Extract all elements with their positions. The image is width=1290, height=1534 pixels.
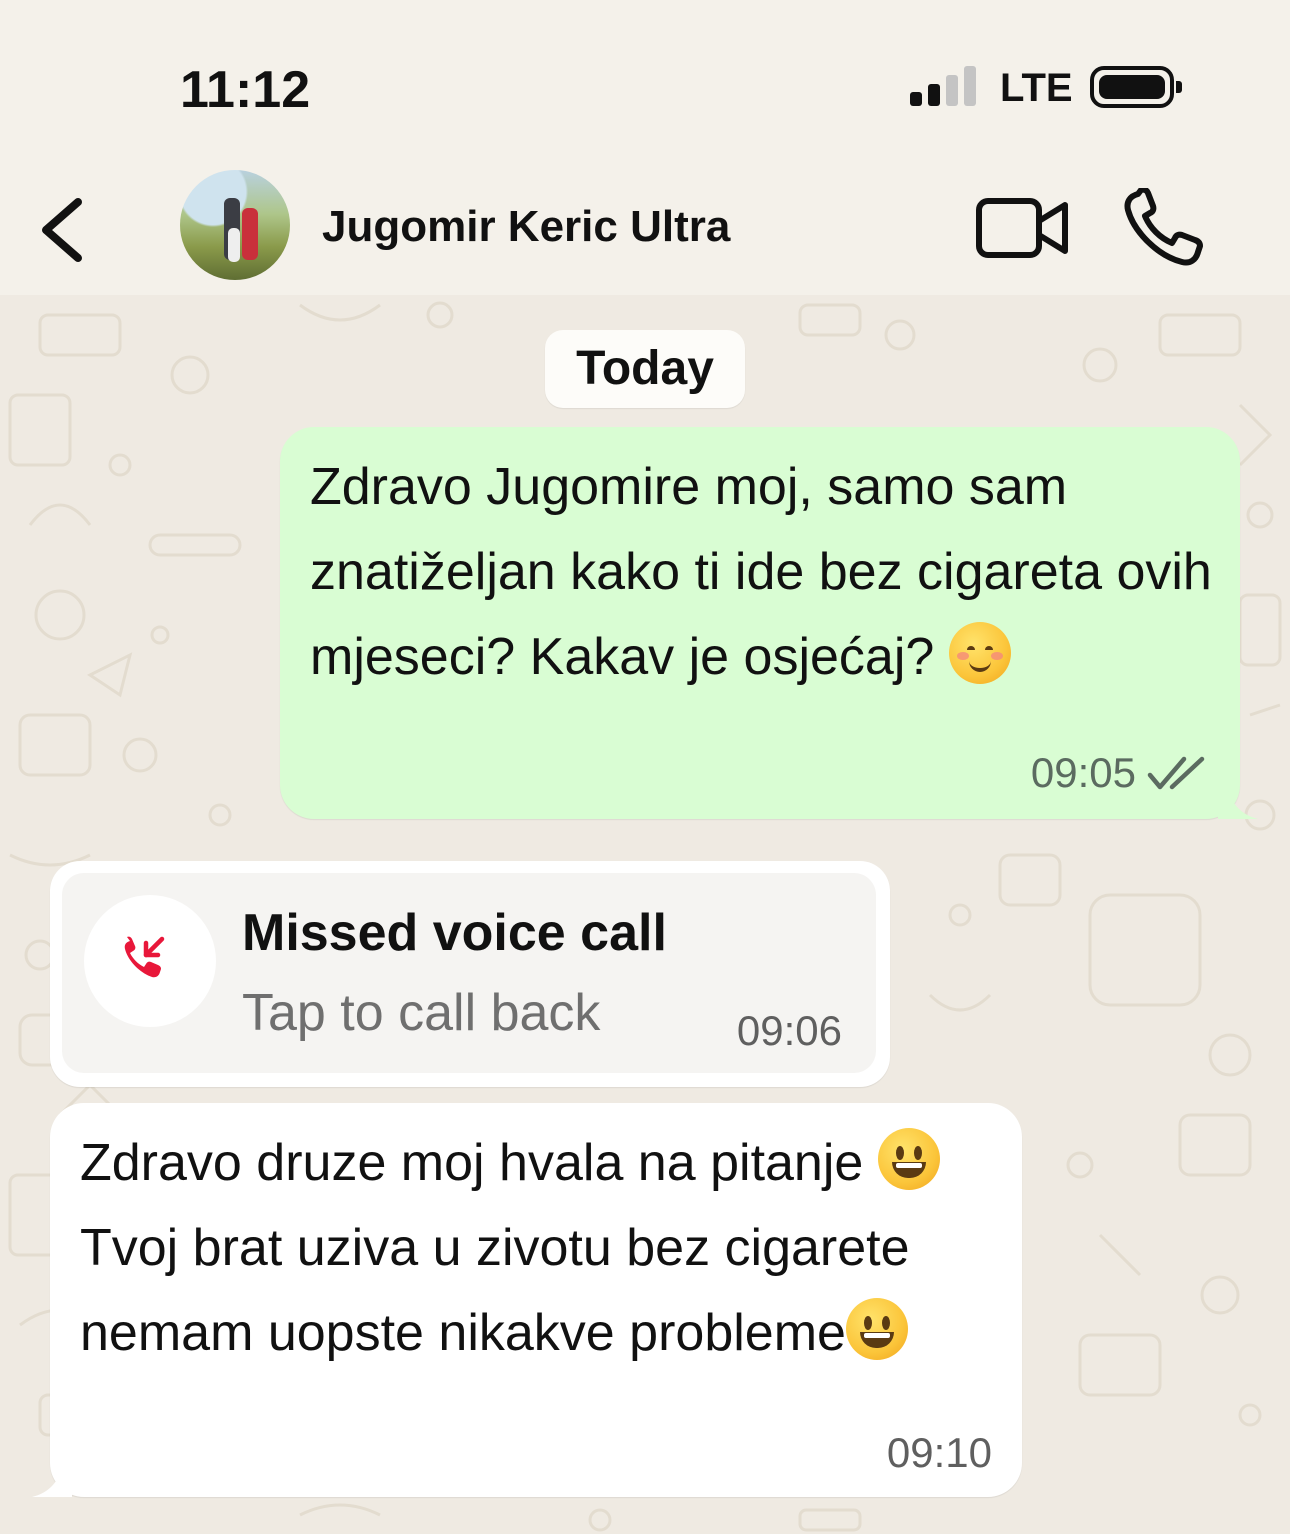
contact-name[interactable]: Jugomir Keric Ultra <box>322 202 730 252</box>
video-call-icon[interactable] <box>975 195 1071 261</box>
message-time: 09:10 <box>886 1429 992 1476</box>
date-separator: Today <box>545 330 745 408</box>
contact-avatar[interactable] <box>180 170 290 280</box>
message-text-content: Tvoj brat uziva u zivotu bez cigarete ne… <box>80 1219 910 1362</box>
signal-icon <box>910 66 976 106</box>
chat-area[interactable]: Today Zdravo Jugomire moj, samo sam znat… <box>0 295 1290 1534</box>
double-check-icon <box>1147 756 1205 790</box>
missed-call-message[interactable]: Missed voice call Tap to call back 09:06 <box>50 861 890 1087</box>
incoming-message-bubble[interactable]: Zdravo druze moj hvala na pitanje Tvoj b… <box>32 1103 1022 1497</box>
message-time: 09:06 <box>736 1007 842 1054</box>
missed-call-subtitle: Tap to call back <box>242 984 601 1042</box>
status-bar: 11:12 LTE <box>0 0 1290 150</box>
grinning-emoji-icon <box>877 1128 940 1190</box>
call-back-button[interactable]: Missed voice call Tap to call back 09:06 <box>62 873 876 1073</box>
bubble-tail <box>1218 789 1258 819</box>
message-time: 09:05 <box>1030 749 1136 796</box>
battery-icon <box>1090 66 1182 108</box>
bubble-tail <box>32 1467 72 1497</box>
missed-call-icon <box>84 895 216 1027</box>
message-text: Zdravo druze moj hvala na pitanje Tvoj b… <box>80 1121 1010 1376</box>
network-label: LTE <box>1000 66 1073 110</box>
message-text: Zdravo Jugomire moj, samo sam znatiželja… <box>310 445 1220 700</box>
grinning-emoji-icon <box>845 1298 908 1360</box>
voice-call-icon[interactable] <box>1120 186 1206 268</box>
smiling-blush-emoji-icon <box>948 622 1011 684</box>
message-text-content: Zdravo Jugomire moj, samo sam znatiželja… <box>310 458 1212 686</box>
chat-header: Jugomir Keric Ultra <box>0 150 1290 295</box>
back-chevron-icon[interactable] <box>36 190 96 270</box>
message-meta: 09:05 <box>1031 749 1208 797</box>
status-time: 11:12 <box>180 61 311 119</box>
outgoing-message-bubble[interactable]: Zdravo Jugomire moj, samo sam znatiželja… <box>280 427 1258 819</box>
message-text-content: Zdravo druze moj hvala na pitanje <box>80 1134 878 1192</box>
missed-call-title: Missed voice call <box>242 904 667 962</box>
